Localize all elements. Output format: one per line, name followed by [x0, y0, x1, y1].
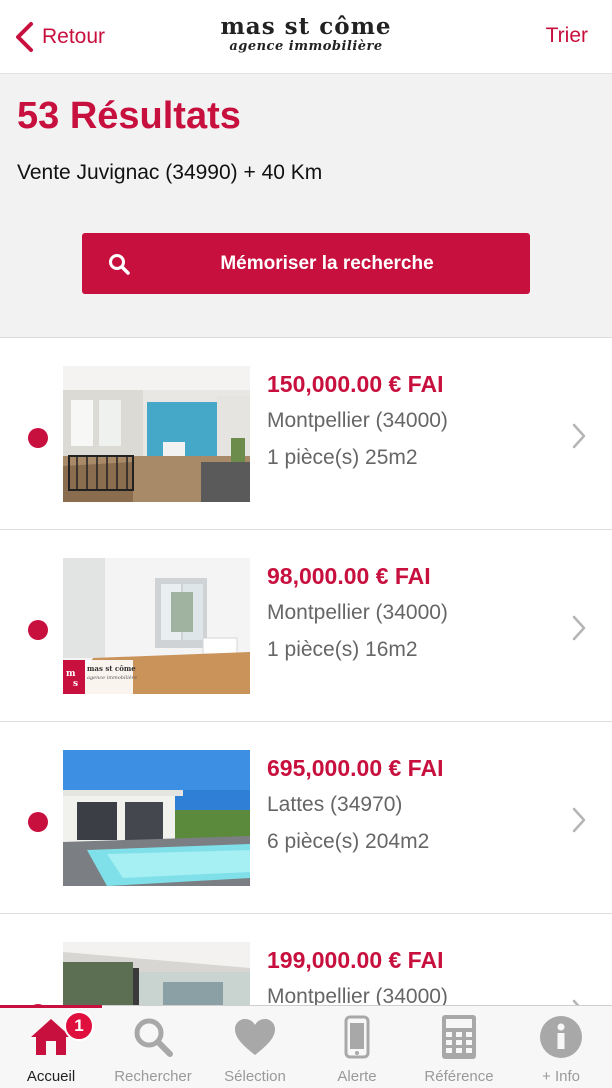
listing-city: Lattes (34970) [267, 793, 403, 816]
listing-city: Montpellier (34000) [267, 409, 448, 432]
info-icon [536, 1012, 586, 1062]
heart-icon [230, 1012, 280, 1062]
results-count-title: 53 Résultats [17, 95, 241, 137]
tab-reference[interactable]: Référence [408, 1006, 510, 1088]
calculator-icon [434, 1012, 484, 1062]
listing-item[interactable]: 695,000.00 € FAI Lattes (34970) 6 pièce(… [0, 721, 612, 913]
sort-button[interactable]: Trier [546, 24, 588, 48]
header-bar: Retour mas st côme agence immobilière Tr… [0, 0, 612, 74]
tab-label: Accueil [26, 1068, 76, 1085]
listing-price: 199,000.00 € FAI [267, 947, 444, 973]
new-indicator-dot [28, 428, 48, 448]
tab-label: Rechercher [114, 1068, 192, 1085]
tab-label: Sélection [224, 1068, 286, 1085]
listing-item[interactable]: m s mas st côme agence immobilière 98,00… [0, 529, 612, 721]
listing-rooms: 6 pièce(s) 204m2 [267, 830, 430, 853]
watermark-tagline: agence immobilière [87, 674, 137, 681]
tab-alerte[interactable]: Alerte [306, 1006, 408, 1088]
listing-rooms: 1 pièce(s) 25m2 [267, 446, 418, 469]
watermark-name: mas st côme [87, 664, 136, 673]
logo-name: mas st côme [220, 13, 392, 40]
search-icon [128, 1012, 178, 1062]
tab-label: + Info [542, 1068, 580, 1085]
results-screen: Retour mas st côme agence immobilière Tr… [0, 0, 612, 1088]
tab-label: Référence [424, 1068, 494, 1085]
listing-item[interactable]: 150,000.00 € FAI Montpellier (34000) 1 p… [0, 337, 612, 529]
listing-list: 150,000.00 € FAI Montpellier (34000) 1 p… [0, 337, 612, 1088]
tab-accueil[interactable]: 1 Accueil [0, 1005, 102, 1088]
listing-photo: m s mas st côme agence immobilière [63, 558, 250, 694]
listing-rooms: 1 pièce(s) 16m2 [267, 638, 418, 661]
logo-tagline: agence immobilière [229, 39, 383, 54]
tab-label: Alerte [337, 1068, 377, 1085]
chevron-right-icon [572, 423, 586, 449]
save-search-button[interactable]: Mémoriser la recherche [82, 233, 530, 294]
listing-photo [63, 750, 250, 886]
chevron-right-icon [572, 615, 586, 641]
svg-text:s: s [73, 679, 78, 689]
search-criteria: Vente Juvignac (34990) + 40 Km [17, 161, 323, 184]
tab-info[interactable]: + Info [510, 1006, 612, 1088]
listing-price: 695,000.00 € FAI [267, 755, 444, 781]
listing-price: 150,000.00 € FAI [267, 371, 444, 397]
search-icon [109, 254, 130, 275]
listing-city: Montpellier (34000) [267, 601, 448, 624]
tab-selection[interactable]: Sélection [204, 1006, 306, 1088]
listing-price: 98,000.00 € FAI [267, 563, 431, 589]
agency-logo: mas st côme agence immobilière [0, 15, 612, 55]
phone-icon [332, 1012, 382, 1062]
listing-photo [63, 366, 250, 502]
svg-text:m: m [66, 669, 76, 679]
save-search-label: Mémoriser la recherche [220, 252, 434, 274]
tab-rechercher[interactable]: Rechercher [102, 1006, 204, 1088]
chevron-right-icon [572, 807, 586, 833]
new-indicator-dot [28, 620, 48, 640]
new-indicator-dot [28, 812, 48, 832]
notification-badge: 1 [64, 1011, 94, 1041]
bottom-tab-bar: 1 Accueil Rechercher Sélection Alerte Ré… [0, 1005, 612, 1088]
